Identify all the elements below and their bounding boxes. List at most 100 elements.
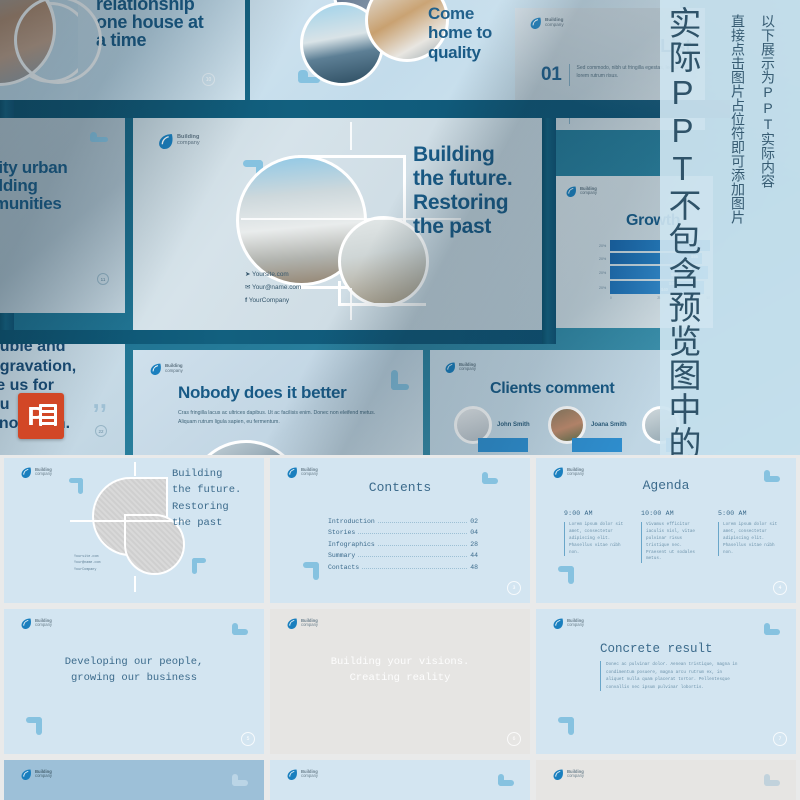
logo-line2: company [177, 139, 200, 146]
urban-page: 11 [97, 273, 109, 285]
concrete-body: Donec ac pulvinar dolor. Aenean tristiqu… [600, 661, 738, 692]
agenda-time-2: 10:00 AM [641, 510, 674, 517]
thumb-partial-light-slide[interactable]: Building company [270, 760, 530, 800]
thumb-title-text: Building the future. Restoring the past [172, 466, 241, 531]
corner-accent-icon-2 [558, 717, 574, 735]
corner-accent-icon [232, 617, 248, 635]
logo: Building company [286, 617, 318, 629]
contents-title: Contents [368, 480, 432, 495]
thumb-agenda-slide[interactable]: Building company Agenda 9:00 AM Lorem ip… [536, 458, 796, 603]
agenda-columns: 9:00 AM Lorem ipsum dolor sit amet, cons… [564, 510, 780, 564]
logo: Building company [552, 617, 584, 629]
logo-text: Building company [567, 467, 584, 477]
logo-line2: company [567, 773, 584, 778]
decor-vline-bottom [350, 288, 352, 320]
logo: Building company [286, 768, 318, 780]
logo-text: Building company [580, 186, 597, 196]
contact-facebook[interactable]: f YourCompany [245, 294, 301, 307]
logo-text: Building company [35, 467, 52, 477]
come-home-line2: home to [428, 23, 493, 43]
page-number: 6 [507, 732, 521, 746]
contents-row: Introduction 02 [328, 518, 478, 525]
clients-title: Clients comment [490, 380, 615, 397]
come-home-line3: quality [428, 42, 481, 62]
growth-axis-0: 0 [610, 296, 612, 300]
thumb-concrete-slide[interactable]: Building company Concrete result Donec a… [536, 609, 796, 754]
logo-line2: company [545, 21, 564, 27]
hero-collage: relationship one house at a time 10 Come… [0, 0, 800, 455]
contact-site-text: Yoursite.com [252, 271, 289, 278]
decor-vline-top [350, 122, 352, 150]
leaf-logo-icon [565, 185, 577, 197]
nobody-body: Cras fringilla lacus ac ultrices dapibus… [178, 410, 376, 426]
thumb-title-line3: Restoring [172, 500, 229, 513]
hero-slide-nobody[interactable]: Building company Nobody does it better C… [133, 350, 423, 455]
logo-growth: Building company [565, 185, 597, 197]
client-name-1: John Smith [497, 422, 530, 428]
thumb-contents-slide[interactable]: Building company Contents Introduction 0… [270, 458, 530, 603]
facebook-icon: f [245, 297, 248, 305]
quote-mark-icon: ,, [92, 384, 107, 414]
leaf-logo-icon [20, 466, 32, 478]
logo: Building company [20, 768, 52, 780]
thumbnail-grid: Building company Building the future. Re… [0, 458, 800, 800]
contact-mail-text: Your@name.com [252, 284, 302, 292]
page-number: 5 [241, 732, 255, 746]
page-number: 7 [773, 732, 787, 746]
agenda-text-2: Vivamus efficitur iaculis nisl, vitae pu… [641, 522, 703, 564]
hero-slide-clients[interactable]: Building company Clients comment John Sm… [430, 350, 680, 455]
client-bubble-1 [478, 438, 528, 452]
hero-title-line1: Building [413, 143, 495, 166]
agenda-column-3: 5:00 AM Lorem ipsum dolor sit amet, cons… [718, 510, 780, 563]
contents-item-2-label: Stories [328, 529, 356, 537]
contents-item-1-page: 02 [470, 518, 478, 525]
trouble-line4: ggravation, [0, 357, 77, 375]
gutter-horizontal-1 [0, 100, 730, 118]
corner-accent-icon-3 [90, 124, 108, 142]
leaf-logo-icon [552, 768, 564, 780]
logo-text: Building company [545, 17, 564, 28]
growth-bar-2-pct: 20% [599, 256, 607, 261]
hero-slide-urban[interactable]: lity urban ilding munities 11 [0, 118, 125, 313]
corner-accent-icon [232, 768, 248, 786]
urban-line1: lity urban [0, 158, 68, 177]
logo-title-slide: Building company [157, 132, 200, 149]
contact-mail[interactable]: ✉ Your@name.com [245, 281, 301, 294]
hero-slide-title[interactable]: Building company Building the future. Re… [133, 118, 548, 330]
logo-line2: company [567, 471, 584, 476]
concrete-title: Concrete result [600, 642, 713, 656]
leaf-logo-icon [286, 466, 298, 478]
nobody-title: Nobody does it better [178, 383, 347, 402]
growth-bar-1-pct: 20% [599, 243, 607, 248]
leaf-logo-icon [286, 617, 298, 629]
leaf-logo-icon [20, 617, 32, 629]
thumb-title-slide[interactable]: Building company Building the future. Re… [4, 458, 264, 603]
logo-text: Building company [459, 362, 476, 372]
leaf-logo-icon [286, 768, 298, 780]
thumb-developing-slide[interactable]: Building company Developing our people, … [4, 609, 264, 754]
logo-text: Building company [567, 618, 584, 628]
contents-item-4-page: 44 [470, 552, 478, 560]
gutter-vertical-mid [542, 118, 556, 344]
contents-item-3-page: 28 [470, 540, 478, 548]
visions-line1: Building your visions. [330, 656, 470, 668]
hero-quote-text-tile: relationship one house at a time 10 [78, 0, 243, 100]
visions-line2: Creating reality [349, 671, 451, 684]
thumb-visions-slide[interactable]: Building company Building your visions. … [270, 609, 530, 754]
leaf-logo-icon [444, 361, 456, 373]
contents-row: Contacts 48 [328, 564, 478, 571]
logo-line2: company [580, 190, 597, 195]
leaf-logo-icon [552, 617, 564, 629]
corner-accent-icon-2 [192, 558, 206, 574]
contact-site[interactable]: ➤ Yoursite.com [245, 268, 301, 281]
thumb-title-contacts: Yoursite.com Your@name.com YourCompany [74, 554, 100, 573]
thumb-partial-blue-slide[interactable]: Building company [4, 760, 264, 800]
client-bubble-2 [572, 438, 622, 452]
logo-text: Building company [35, 618, 52, 628]
thumb-partial-gray-slide[interactable]: Building company [536, 760, 796, 800]
contents-row: Infographics 28 [328, 541, 478, 548]
growth-bar-3-pct: 20% [599, 270, 607, 275]
growth-bar-4-pct: 20% [599, 285, 607, 290]
page-number: 3 [507, 581, 521, 595]
logo-clients: Building company [444, 361, 476, 373]
